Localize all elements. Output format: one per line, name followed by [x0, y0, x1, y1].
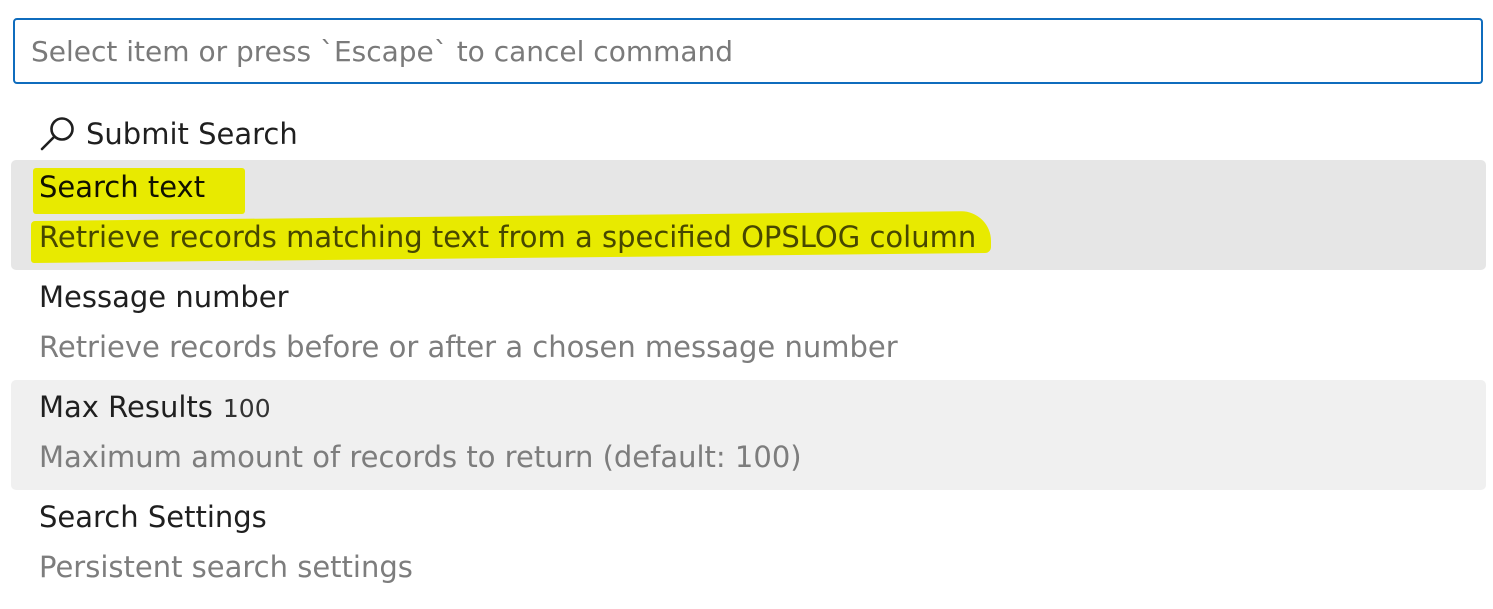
quick-pick-input-wrapper	[13, 18, 1483, 84]
quick-pick-palette: Submit Search Search text Retrieve recor…	[0, 0, 1493, 609]
list-item-search-settings[interactable]: Search Settings Persistent search settin…	[11, 490, 1486, 600]
item-title: Search Settings	[39, 500, 267, 534]
quick-pick-input[interactable]	[15, 20, 1481, 82]
item-title-text: Search text	[39, 170, 206, 204]
item-description: Persistent search settings	[39, 550, 413, 584]
item-title-text: Search Settings	[39, 500, 267, 534]
search-icon	[38, 114, 78, 154]
item-current-value: 100	[222, 394, 271, 423]
item-title-text: Message number	[39, 280, 289, 314]
item-title-text: Max Results	[39, 390, 213, 424]
list-item-message-number[interactable]: Message number Retrieve records before o…	[11, 270, 1486, 380]
item-title: Message number	[39, 280, 289, 314]
item-description: Maximum amount of records to return (def…	[39, 440, 802, 474]
list-item-max-results[interactable]: Max Results 100 Maximum amount of records…	[11, 380, 1486, 490]
item-title: Search text	[39, 170, 205, 204]
item-title: Max Results 100	[39, 390, 271, 424]
submit-search-label: Submit Search	[86, 117, 298, 151]
item-description: Retrieve records matching text from a sp…	[39, 220, 977, 254]
item-description: Retrieve records before or after a chose…	[39, 330, 898, 364]
submit-search-button[interactable]: Submit Search	[38, 108, 298, 160]
list-item-search-text[interactable]: Search text Retrieve records matching te…	[11, 160, 1486, 270]
